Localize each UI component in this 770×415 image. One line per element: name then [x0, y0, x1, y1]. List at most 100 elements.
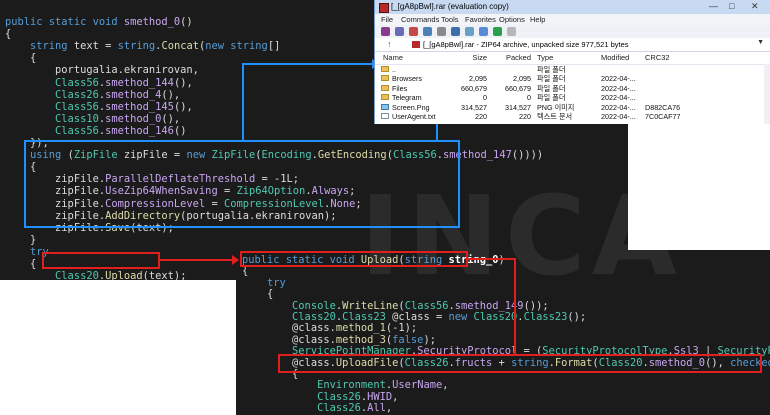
- menu-favorites[interactable]: Favorites: [465, 15, 496, 24]
- delete-icon[interactable]: [437, 27, 446, 36]
- menu-help[interactable]: Help: [530, 15, 545, 24]
- text-file-icon: [381, 113, 389, 119]
- code-token: Class56: [55, 100, 99, 113]
- code-line: Class26.HWID,: [242, 391, 398, 403]
- code-line: @class.method_3(false);: [242, 334, 436, 346]
- code-token: All: [367, 402, 386, 415]
- info-icon[interactable]: [479, 27, 488, 36]
- image-file-icon: [381, 103, 389, 110]
- code-line: Class10.smethod_0(),: [5, 113, 180, 125]
- file-row[interactable]: Files 660,679 660,679 파일 폴더 2022-04-...: [375, 84, 770, 94]
- file-size-cell: 0: [483, 93, 487, 103]
- extract-icon[interactable]: [395, 27, 404, 36]
- find-icon[interactable]: [451, 27, 460, 36]
- test-icon[interactable]: [409, 27, 418, 36]
- code-token: new string: [205, 40, 268, 53]
- code-token: method_1: [335, 322, 386, 335]
- code-token: HWID: [367, 390, 393, 403]
- close-icon[interactable]: ✕: [751, 1, 759, 12]
- wizard-icon[interactable]: [465, 27, 474, 36]
- code-token: WriteLine: [342, 299, 399, 312]
- code-token: smethod_146: [105, 124, 174, 137]
- code-token: Class20: [292, 311, 336, 323]
- code-line: {: [5, 258, 36, 270]
- view-icon[interactable]: [423, 27, 432, 36]
- code-token: Class20: [473, 311, 518, 323]
- file-list-scrollbar[interactable]: [764, 64, 770, 124]
- code-token: string: [30, 40, 68, 53]
- file-packed-cell: 0: [527, 93, 531, 103]
- code-token: smethod_4: [105, 88, 162, 101]
- file-modified-cell: 2022-04-...: [601, 83, 636, 93]
- winrar-title: [_[gA8pBwl].rar (evaluation copy): [391, 2, 509, 11]
- code-token: (),: [173, 100, 193, 113]
- code-line: {: [242, 265, 248, 277]
- code-token: Concat: [161, 40, 199, 53]
- code-token: public static void: [5, 16, 124, 28]
- menu-options[interactable]: Options: [499, 15, 525, 24]
- code-line: Class20.Class23 @class = new Class20.Cla…: [242, 311, 586, 323]
- red-connector-right-v: [514, 258, 516, 354]
- column-header-type[interactable]: Type: [537, 53, 553, 62]
- menu-file[interactable]: File: [381, 15, 393, 24]
- code-token: method_3: [335, 333, 386, 346]
- winrar-address-bar[interactable]: ↑ [_[gA8pBwl].rar - ZIP64 archive, unpac…: [375, 38, 770, 52]
- add-icon[interactable]: [381, 27, 390, 36]
- code-line: Class26.smethod_4(),: [5, 89, 180, 101]
- zipfile-callout-box: [24, 140, 460, 228]
- archive-path: [_[gA8pBwl].rar - ZIP64 archive, unpacke…: [423, 40, 629, 49]
- file-name-cell: Browsers: [392, 74, 422, 84]
- virusscan-icon[interactable]: [493, 27, 502, 36]
- file-row[interactable]: UserAgent.txt 220 220 텍스트 문서 2022-04-... 7C0C…: [375, 112, 770, 122]
- code-token: ());: [523, 299, 549, 312]
- code-token: Class23: [342, 311, 386, 323]
- code-token: {: [5, 28, 12, 41]
- menu-tools[interactable]: Tools: [441, 15, 459, 24]
- code-token: }: [5, 233, 37, 246]
- blue-connector-stub: [244, 63, 372, 65]
- code-line: Class20.Upload(text);: [5, 270, 186, 280]
- winrar-window[interactable]: [_[gA8pBwl].rar (evaluation copy) — □ ✕ …: [374, 0, 770, 124]
- code-token: (),: [161, 112, 181, 125]
- code-line: Class56.smethod_146(): [5, 125, 186, 137]
- code-token: Class56: [55, 124, 99, 137]
- code-token: smethod_0: [105, 112, 162, 125]
- comment-icon[interactable]: [507, 27, 516, 36]
- file-row[interactable]: Screen.Png 314,527 314,527 PNG 이미지 2022-04-.…: [375, 103, 770, 113]
- menu-commands[interactable]: Commands: [401, 15, 439, 24]
- folder-icon: [381, 75, 389, 82]
- code-token: {: [242, 265, 249, 278]
- column-header-packed[interactable]: Packed: [495, 53, 531, 62]
- column-header-modified[interactable]: Modified: [601, 53, 629, 62]
- file-row[interactable]: Telegram 0 0 파일 폴더 2022-04-...: [375, 93, 770, 103]
- folder-icon: [381, 94, 389, 101]
- file-packed-cell: 2,095: [513, 74, 531, 84]
- file-row[interactable]: Browsers 2,095 2,095 파일 폴더 2022-04-...: [375, 74, 770, 84]
- code-line: Environment.UserName,: [242, 379, 448, 391]
- column-header-name[interactable]: Name: [383, 53, 403, 62]
- file-packed-cell: 220: [519, 112, 531, 121]
- minimize-icon[interactable]: —: [709, 1, 718, 11]
- winrar-titlebar[interactable]: [_[gA8pBwl].rar (evaluation copy) — □ ✕: [375, 0, 770, 14]
- red-connector-right-h: [468, 258, 516, 260]
- upload-signature-callout-box: [240, 251, 468, 267]
- column-header-crc32[interactable]: CRC32: [645, 53, 670, 62]
- maximize-icon[interactable]: □: [729, 1, 734, 11]
- up-arrow-icon[interactable]: ↑: [387, 39, 392, 49]
- code-token: (),: [161, 88, 181, 101]
- code-token: smethod_144: [105, 76, 174, 89]
- file-row[interactable]: .. 파일 폴더: [375, 65, 770, 75]
- code-token: Class10: [55, 112, 99, 125]
- code-token: smethod_145: [105, 100, 174, 113]
- file-modified-cell: 2022-04-...: [601, 112, 636, 121]
- file-name-cell: Screen.Png: [392, 102, 430, 112]
- column-header-size[interactable]: Size: [457, 53, 487, 62]
- file-packed-cell: 660,679: [505, 83, 531, 93]
- code-line: try: [242, 277, 286, 289]
- file-type-cell: 텍스트 문서: [537, 112, 573, 121]
- chevron-down-icon[interactable]: ▼: [757, 39, 764, 46]
